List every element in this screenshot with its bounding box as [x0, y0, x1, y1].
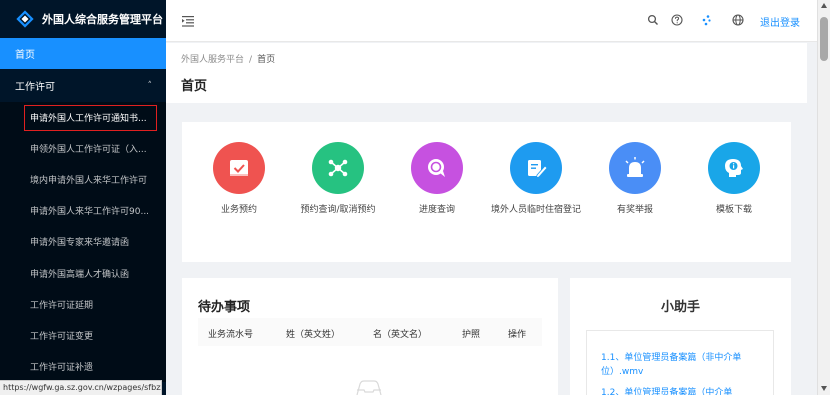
- scroll-thumb[interactable]: [820, 17, 828, 61]
- status-url: https://wgfw.ga.sz.gov.cn/wzpages/sfbzzy…: [0, 380, 162, 395]
- sidebar-item-permit-change[interactable]: 工作许可证变更: [0, 320, 166, 351]
- sidebar-item-permit-reissue[interactable]: 工作许可证补遗: [0, 351, 166, 382]
- service-progress[interactable]: 进度查询: [392, 142, 482, 217]
- chat-search-icon: [411, 142, 463, 194]
- todo-title: 待办事项: [198, 300, 251, 315]
- sidebar-item-talent-confirmation[interactable]: 申请外国高端人才确认函: [0, 257, 166, 288]
- todo-card: 待办事项 业务流水号 姓（英文姓） 名（英文名） 护照 操作: [182, 278, 558, 395]
- scroll-up-arrow-icon[interactable]: [821, 3, 827, 8]
- sidebar-item-domestic-apply[interactable]: 境内申请外国人来华工作许可: [0, 164, 166, 195]
- column-header-surname: 姓（英文姓）: [286, 330, 341, 340]
- service-label: 有奖举报: [616, 205, 653, 215]
- info-head-icon: [708, 142, 760, 194]
- platform-logo-icon: [16, 10, 34, 28]
- service-label: 预约查询/取消预约: [300, 205, 376, 215]
- header: 退出登录: [166, 0, 817, 42]
- service-label: 模板下载: [715, 205, 752, 215]
- breadcrumb: 外国人服务平台 / 首页: [181, 52, 275, 65]
- scroll-down-arrow-icon[interactable]: [821, 386, 827, 391]
- sidebar-item-apply-permit-notice[interactable]: 申请外国人工作许可通知书...: [0, 102, 166, 133]
- helper-card: 小助手 1.1、单位管理员备案篇（非中介单位）.wmv 1.2、单位管理员备案篇…: [570, 278, 791, 395]
- todo-table-header: 业务流水号 姓（英文姓） 名（英文名） 护照 操作: [198, 318, 542, 346]
- column-header-passport: 护照: [462, 330, 481, 340]
- globe-icon[interactable]: [732, 14, 744, 26]
- service-temp-registration[interactable]: 境外人员临时住宿登记: [491, 142, 581, 217]
- sidebar-group-work-permit[interactable]: 工作许可 ˄: [0, 69, 166, 102]
- empty-inbox-icon: [354, 378, 384, 395]
- submenu: 申请外国人工作许可通知书... 申领外国人工作许可证（入... 境内申请外国人来…: [0, 102, 166, 382]
- breadcrumb-separator: /: [249, 55, 253, 65]
- sidebar-item-permit-extension[interactable]: 工作许可证延期: [0, 289, 166, 320]
- page-title: 首页: [181, 79, 208, 94]
- service-report[interactable]: 有奖举报: [590, 142, 680, 217]
- sidebar-item-home[interactable]: 首页: [0, 38, 166, 69]
- services-card: 业务预约 预约查询/取消预约 进度查询 境外人员临时住宿登记 有奖举报 模板下载: [182, 122, 791, 262]
- apps-icon[interactable]: [701, 14, 713, 26]
- helper-title: 小助手: [660, 300, 700, 315]
- logout-link[interactable]: 退出登录: [760, 14, 800, 29]
- help-icon[interactable]: [671, 14, 683, 26]
- breadcrumb-current: 首页: [257, 55, 276, 65]
- service-query-cancel[interactable]: 预约查询/取消预约: [293, 142, 383, 217]
- column-header-actions: 操作: [508, 330, 527, 340]
- sidebar: 外国人综合服务管理平台 首页 工作许可 ˄ 申请外国人工作许可通知书... 申领…: [0, 0, 166, 395]
- sidebar-item-apply-90[interactable]: 申请外国人来华工作许可90...: [0, 195, 166, 226]
- breadcrumb-root[interactable]: 外国人服务平台: [181, 55, 244, 65]
- calendar-check-icon: [213, 142, 265, 194]
- chevron-up-icon: ˄: [147, 80, 153, 91]
- column-header-given-name: 名（英文名）: [373, 330, 428, 340]
- service-appointment[interactable]: 业务预约: [194, 142, 284, 217]
- page-scrollbar[interactable]: [817, 0, 830, 395]
- helper-link-1[interactable]: 1.1、单位管理员备案篇（非中介单位）.wmv: [601, 351, 761, 379]
- search-icon[interactable]: [647, 14, 659, 26]
- sidebar-item-expert-invitation[interactable]: 申请外国专家来华邀请函: [0, 226, 166, 257]
- service-label: 进度查询: [418, 205, 455, 215]
- helper-list: 1.1、单位管理员备案篇（非中介单位）.wmv 1.2、单位管理员备案篇（中介单: [586, 330, 774, 395]
- network-icon: [312, 142, 364, 194]
- column-header-serial: 业务流水号: [208, 330, 254, 340]
- service-label: 境外人员临时住宿登记: [491, 205, 582, 215]
- edit-pen-icon: [510, 142, 562, 194]
- service-template-download[interactable]: 模板下载: [689, 142, 779, 217]
- logo-bar[interactable]: 外国人综合服务管理平台: [0, 0, 166, 38]
- menu-fold-icon[interactable]: [182, 15, 194, 27]
- app-title: 外国人综合服务管理平台: [42, 13, 163, 26]
- service-label: 业务预约: [220, 205, 257, 215]
- sidebar-group-label: 工作许可: [15, 82, 55, 93]
- page-header: 外国人服务平台 / 首页 首页: [166, 43, 807, 103]
- alarm-light-icon: [609, 142, 661, 194]
- helper-link-2[interactable]: 1.2、单位管理员备案篇（中介单: [601, 386, 771, 395]
- sidebar-item-collect-permit[interactable]: 申领外国人工作许可证（入...: [0, 133, 166, 164]
